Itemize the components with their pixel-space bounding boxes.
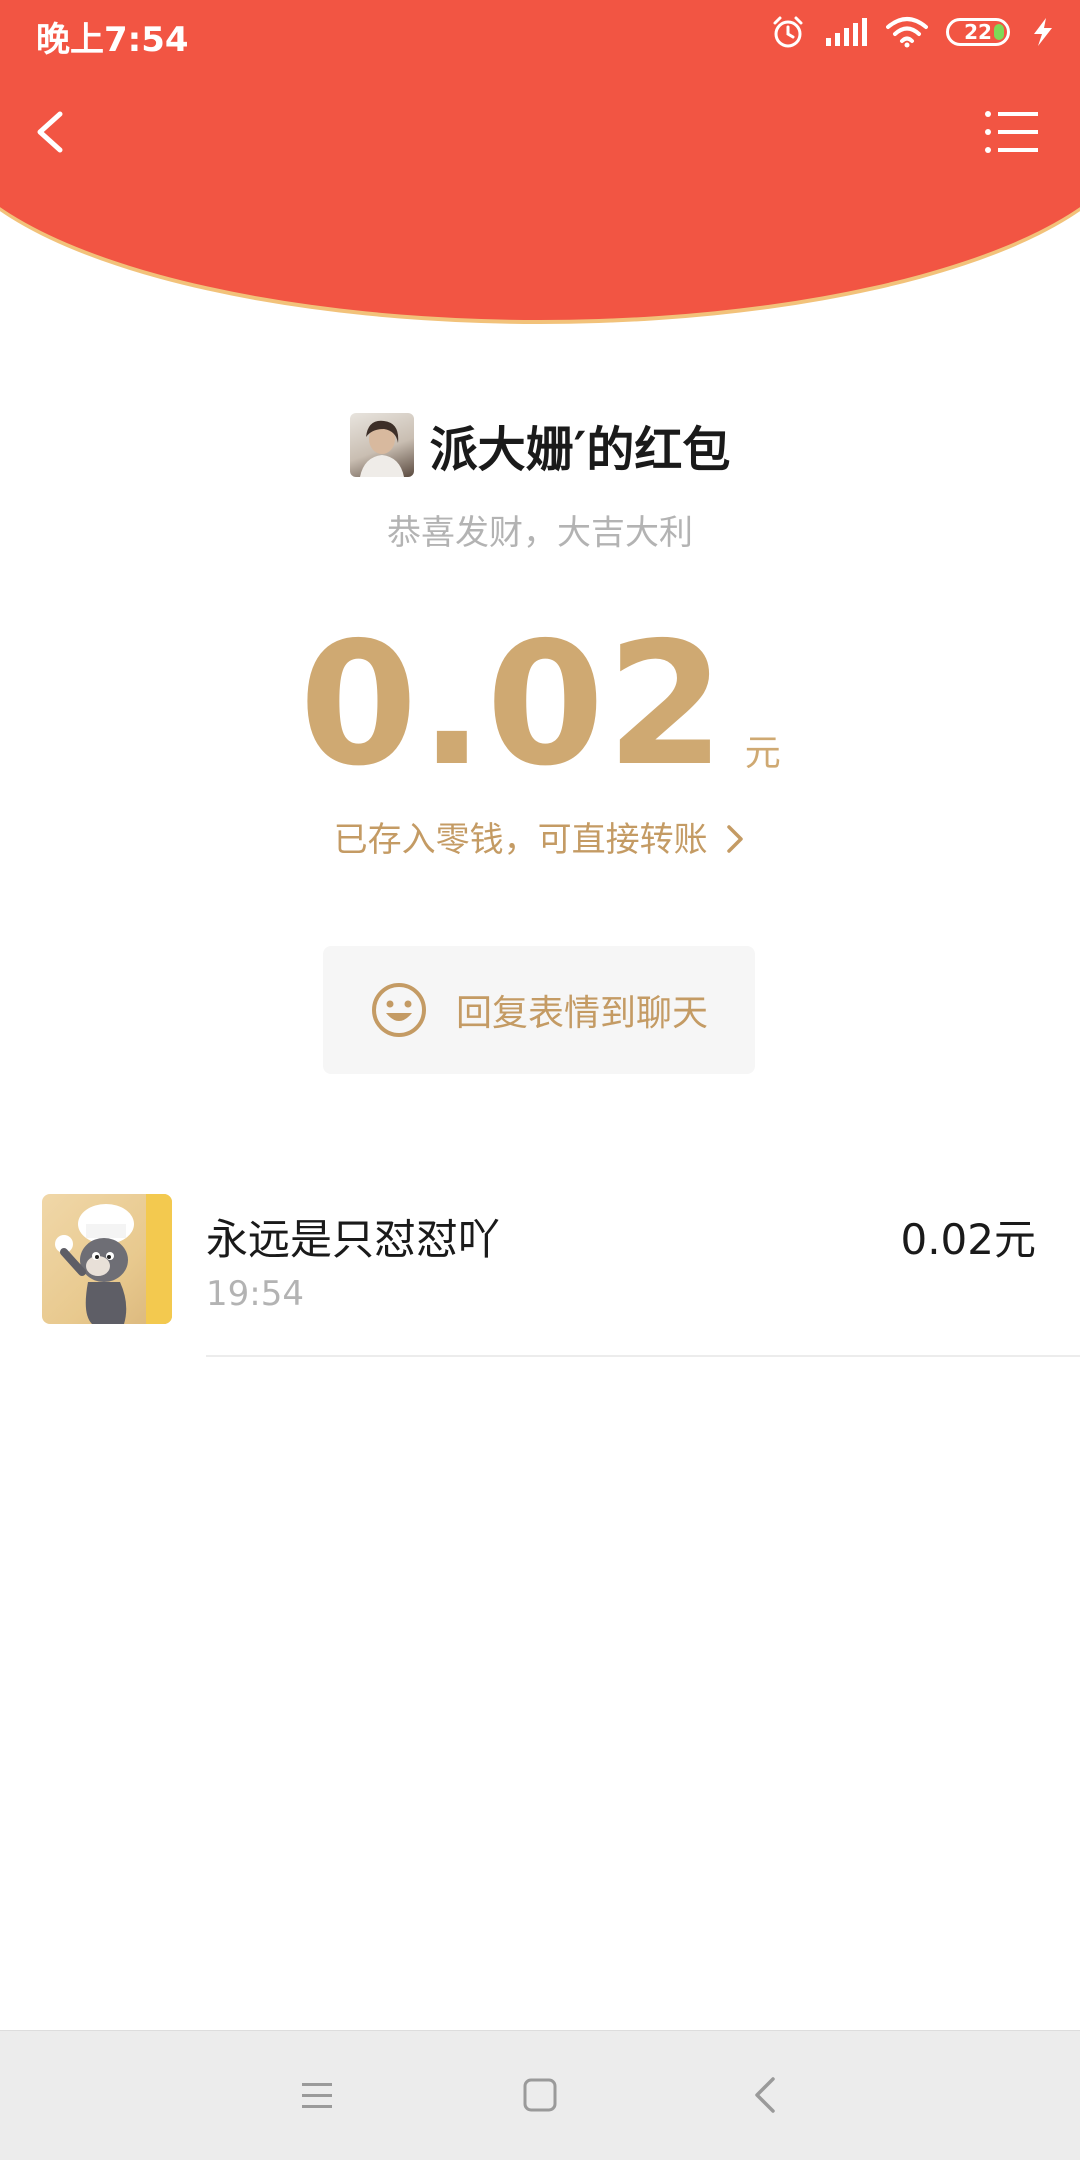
battery-indicator: 22 bbox=[946, 18, 1010, 46]
divider bbox=[206, 1355, 1080, 1357]
status-icons: 22 bbox=[770, 14, 1058, 50]
status-bar: 晚上7:54 22 bbox=[0, 0, 1080, 70]
back-arrow-icon[interactable] bbox=[20, 100, 80, 164]
sender-avatar-image bbox=[359, 420, 404, 477]
chevron-right-icon bbox=[727, 825, 744, 853]
wifi-icon bbox=[886, 17, 928, 48]
list-item[interactable]: 永远是只怼怼吖 19:54 0.02元 bbox=[0, 1190, 1080, 1356]
amount-unit: 元 bbox=[744, 733, 781, 774]
deposit-note-text: 已存入零钱，可直接转账 bbox=[333, 820, 708, 860]
menu-icon[interactable] bbox=[282, 2061, 352, 2131]
signal-icon bbox=[826, 18, 867, 46]
greeting-text: 恭喜发财，大吉大利 bbox=[387, 513, 693, 553]
red-packet-detail-page: 晚上7:54 22 派大姗′的红包 恭喜发财，大吉大利 0.02 元 已存入零钱… bbox=[0, 0, 1080, 2160]
battery-level: 22 bbox=[964, 20, 992, 44]
recipient-time: 19:54 bbox=[206, 1274, 304, 1314]
amount-row: 0.02 元 bbox=[0, 620, 1080, 790]
back-icon[interactable] bbox=[731, 2061, 801, 2131]
status-time: 晚上7:54 bbox=[36, 20, 189, 60]
sender-title: 派大姗′的红包 bbox=[429, 422, 731, 478]
deposit-note-link[interactable]: 已存入零钱，可直接转账 bbox=[0, 812, 1080, 861]
list-menu-icon[interactable] bbox=[984, 108, 1040, 156]
sender-row: 派大姗′的红包 bbox=[0, 410, 1080, 480]
battery-fill bbox=[994, 24, 1004, 40]
reply-emoji-label: 回复表情到聊天 bbox=[455, 993, 708, 1034]
charging-bolt-icon bbox=[1034, 18, 1052, 46]
recipient-avatar-image bbox=[55, 1194, 172, 1324]
alarm-icon bbox=[773, 16, 803, 48]
sender-avatar bbox=[349, 413, 414, 477]
smiley-icon bbox=[371, 983, 426, 1037]
reply-emoji-button[interactable]: 回复表情到聊天 bbox=[323, 946, 755, 1074]
home-square-icon[interactable] bbox=[505, 2061, 575, 2131]
amount-value: 0.02 bbox=[299, 606, 727, 804]
recipient-avatar bbox=[42, 1194, 172, 1324]
recipient-name: 永远是只怼怼吖 bbox=[206, 1215, 501, 1264]
system-navigation-bar bbox=[0, 2030, 1080, 2160]
recipient-amount: 0.02元 bbox=[900, 1215, 1036, 1264]
